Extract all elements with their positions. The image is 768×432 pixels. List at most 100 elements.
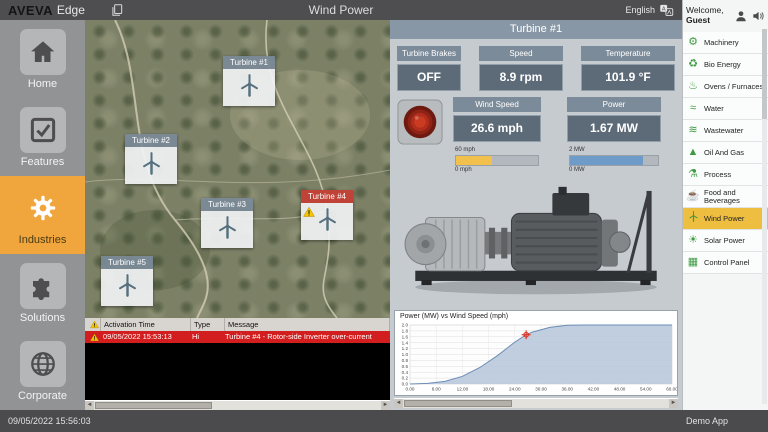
industry-item-label: Control Panel <box>704 259 749 267</box>
gear-icon <box>20 185 66 231</box>
marker-thumbnail <box>101 269 153 306</box>
industry-item-label: Food and Beverages <box>704 189 765 205</box>
speaker-icon[interactable] <box>751 9 765 23</box>
translate-icon: A <box>659 3 674 18</box>
svg-text:36.00: 36.00 <box>561 387 573 392</box>
map-marker-turbine-2[interactable]: Turbine #2 <box>125 134 177 184</box>
industry-item-label: Machinery <box>704 39 739 47</box>
industry-item-food-and-beverages[interactable]: ☕ Food and Beverages <box>683 186 768 208</box>
sidebar-item-solutions[interactable]: Solutions <box>0 254 85 332</box>
sidebar-item-features[interactable]: Features <box>0 98 85 176</box>
industry-item-machinery[interactable]: ⚙Machinery <box>683 32 768 54</box>
alarm-list-empty-area <box>85 343 390 400</box>
alarm-rows: 09/05/2022 15:53:13HiTurbine #4 - Rotor-… <box>85 331 390 343</box>
alarm-row[interactable]: 09/05/2022 15:53:13HiTurbine #4 - Rotor-… <box>85 331 390 343</box>
industry-item-solar-power[interactable]: ☀Solar Power <box>683 230 768 252</box>
marker-label: Turbine #1 <box>223 56 275 69</box>
process-icon: ⚗ <box>686 169 700 181</box>
food-beverages-icon: ☕ <box>686 191 700 203</box>
turbine-detail-panel: Turbine #1 Turbine Brakes OFF Speed 8.9 … <box>390 20 682 410</box>
wastewater-icon: ≋ <box>686 125 700 137</box>
sidebar-item-label: Industries <box>19 234 67 246</box>
industry-item-wind-power[interactable]: Wind Power <box>683 208 768 230</box>
svg-text:1.0: 1.0 <box>402 352 409 357</box>
alarm-col-activation-time[interactable]: Activation Time <box>101 318 191 331</box>
solutions-puzzle-icon <box>20 263 66 309</box>
marker-thumbnail <box>125 147 177 184</box>
turbine-brakes-value[interactable]: OFF <box>397 64 461 91</box>
alarm-col-type[interactable]: Type <box>191 318 225 331</box>
sidebar-item-label: Home <box>28 78 57 90</box>
map-marker-turbine-4[interactable]: Turbine #4 <box>301 190 353 240</box>
alarm-message: Turbine #4 - Rotor-side Inverter over-cu… <box>222 331 390 343</box>
alarm-warning-icon <box>85 318 101 331</box>
home-icon <box>20 29 66 75</box>
sidebar-item-corporate[interactable]: Corporate <box>0 332 85 410</box>
ovens-furnaces-icon: ♨ <box>686 81 700 93</box>
speed-value: 8.9 rpm <box>479 64 563 91</box>
wind-turbine-icon <box>214 214 241 246</box>
industries-list: ⚙Machinery♻Bio Energy♨Ovens / Furnaces ≈ W… <box>683 32 768 274</box>
svg-text:1.4: 1.4 <box>402 340 409 345</box>
industry-item-wastewater[interactable]: ≋Wastewater <box>683 120 768 142</box>
scroll-left-icon[interactable]: ◄ <box>85 401 94 410</box>
scroll-track[interactable] <box>403 399 669 408</box>
sidebar-item-industries[interactable]: Industries <box>0 176 85 254</box>
industry-item-label: Water <box>704 105 724 113</box>
water-icon: ≈ <box>686 103 700 115</box>
oil-and-gas-icon: ▲ <box>686 147 700 159</box>
map-marker-turbine-3[interactable]: Turbine #3 <box>201 198 253 248</box>
power-gauge-bar <box>570 156 643 165</box>
emergency-stop-button[interactable] <box>397 99 443 145</box>
title-bar: AVEVA Edge Wind Power English A <box>0 0 682 20</box>
temperature-value: 101.9 °F <box>581 64 675 91</box>
industry-item-control-panel[interactable]: ▦Control Panel <box>683 252 768 274</box>
speed-label: Speed <box>479 46 563 61</box>
industries-vertical-scrollbar[interactable] <box>762 29 767 404</box>
svg-text:18.00: 18.00 <box>483 387 495 392</box>
wind-gauge-bar <box>456 156 492 165</box>
scroll-left-icon[interactable]: ◄ <box>394 399 403 408</box>
turbine-panel-title: Turbine #1 <box>390 20 682 39</box>
industry-item-oil-and-gas[interactable]: ▲Oil And Gas <box>683 142 768 164</box>
wind-gauge-max: 60 mph <box>455 147 539 154</box>
chart-title: Power (MW) vs Wind Speed (mph) <box>400 313 508 320</box>
sidebar-item-home[interactable]: Home <box>0 20 85 98</box>
scroll-right-icon[interactable]: ► <box>381 401 390 410</box>
sidebar-item-label: Corporate <box>18 390 67 402</box>
industry-item-water[interactable]: ≈ Water <box>683 98 768 120</box>
turbine-stats-row-2: Wind Speed 26.6 mph 60 mph 0 mph Power 1… <box>397 97 675 174</box>
turbine-machinery-image <box>397 170 675 306</box>
industry-item-label: Bio Energy <box>704 61 741 69</box>
map-marker-turbine-5[interactable]: Turbine #5 <box>101 256 153 306</box>
chart-horizontal-scrollbar[interactable]: ◄ ► <box>394 398 678 408</box>
svg-text:60.00: 60.00 <box>666 387 677 392</box>
sidebar-item-label: Solutions <box>20 312 65 324</box>
scroll-thumb[interactable] <box>762 29 767 119</box>
svg-text:0.6: 0.6 <box>402 364 409 369</box>
alarm-panel: Activation Time Type Message 09/05/2022 … <box>85 318 390 410</box>
map-marker-turbine-1[interactable]: Turbine #1 <box>223 56 275 106</box>
svg-text:2.0: 2.0 <box>402 323 409 328</box>
alarm-horizontal-scrollbar[interactable]: ◄ ► <box>85 400 390 410</box>
chart-plot-area: 0.00.20.40.60.81.01.21.41.61.82.00.006.0… <box>395 322 677 394</box>
scroll-track[interactable] <box>94 401 381 410</box>
aveva-edge-app: AVEVA Edge Wind Power English A Home Feat… <box>0 0 768 432</box>
temperature-label: Temperature <box>581 46 675 61</box>
status-bar: 09/05/2022 15:56:03 Demo App <box>0 410 768 432</box>
language-selector[interactable]: English A <box>625 0 674 20</box>
alarm-col-message[interactable]: Message <box>225 318 390 331</box>
scroll-thumb[interactable] <box>404 400 512 407</box>
scroll-right-icon[interactable]: ► <box>669 399 678 408</box>
map-view[interactable]: Turbine #1 Turbine #2 Turbine #3 Turbine #4… <box>85 20 390 318</box>
industry-item-ovens-furnaces[interactable]: ♨Ovens / Furnaces <box>683 76 768 98</box>
industry-item-bio-energy[interactable]: ♻Bio Energy <box>683 54 768 76</box>
alarm-header-row: Activation Time Type Message <box>85 318 390 331</box>
user-avatar-icon[interactable] <box>734 9 748 23</box>
svg-text:0.4: 0.4 <box>402 370 409 375</box>
svg-text:1.2: 1.2 <box>402 346 409 351</box>
scroll-thumb[interactable] <box>95 402 212 409</box>
industry-item-process[interactable]: ⚗Process <box>683 164 768 186</box>
wind-speed-value: 26.6 mph <box>453 115 541 142</box>
svg-text:48.00: 48.00 <box>614 387 626 392</box>
